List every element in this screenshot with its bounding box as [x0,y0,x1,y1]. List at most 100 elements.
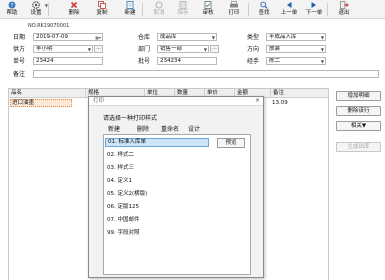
save-icon [179,1,187,9]
dialog-prompt: 请选择一种打印样式 [103,115,158,122]
review-icon [204,1,212,9]
direction-label: 方向 [247,46,260,53]
list-item[interactable]: 03. 样式三 [105,164,209,173]
chevron-down-icon[interactable]: ▼ [212,35,215,40]
prev-button[interactable]: 上一单 [278,1,300,18]
date-label: 日期 [13,34,26,41]
save-button[interactable]: 保存 [172,1,194,18]
calendar-icon[interactable]: ▦▾ [95,35,101,40]
chevron-down-icon[interactable]: ▼ [88,47,91,52]
review-label: 审核 [202,10,214,16]
prev-label: 上一单 [280,10,298,16]
document-number: NO.RK19070001 [28,23,70,29]
help-icon: ? [8,1,16,9]
list-item[interactable]: 99. 字段对照 [105,229,209,238]
close-icon[interactable]: × [255,97,260,105]
cancel-label: 取消 [153,10,165,16]
date-field[interactable]: 2019-07-09 ▦▾ [33,33,103,41]
order-no-label: 单号 [13,58,26,65]
department-browse-button[interactable]: ... [210,45,219,53]
arrow-left-icon [287,2,292,8]
type-value: 半成品入库 [269,34,297,40]
toolbar-divider [48,3,49,16]
type-label: 类型 [247,34,260,41]
column-header-name[interactable]: 品名 [9,89,86,98]
help-label: 帮助 [6,10,18,16]
design-style-button[interactable]: 设计 [188,124,200,133]
preview-button[interactable]: 预览 [217,138,245,148]
warehouse-value: 成品库 [160,34,177,40]
list-item[interactable]: 04. 定义1 [105,177,209,186]
exit-button[interactable]: 退出 [333,1,355,18]
supplier-value: 李小明 [36,46,53,52]
chevron-down-icon[interactable]: ▼ [321,59,324,64]
chevron-down-icon[interactable]: ▼ [321,35,324,40]
column-header-remark[interactable]: 备注 [271,89,329,98]
print-button[interactable]: 打印 [223,1,245,18]
supplier-browse-button[interactable]: ... [94,45,103,53]
chevron-down-icon[interactable]: ▼ [204,47,207,52]
direction-value: 放装 [269,46,281,52]
cancel-icon [155,1,163,9]
list-item[interactable]: 06. 定版125 [105,203,209,212]
warehouse-label: 仓库 [138,34,151,41]
supplier-field[interactable]: 李小明 ▼ [33,45,93,53]
delete-row-button[interactable]: 删除该行 [336,106,381,116]
settings-label: 设置 [30,10,42,16]
copy-button[interactable]: 复制 [91,1,113,18]
department-label: 部门 [138,46,151,53]
handler-value: 陈二 [269,58,281,64]
delete-icon [70,1,78,9]
arrow-right-icon [311,2,316,8]
print-style-list[interactable]: 01. 标准入库单 02. 样式二 03. 样式三 04. 定义1 05. 定义… [103,134,251,275]
batch-field[interactable]: 234234 [157,57,217,65]
review-button[interactable]: 审核 [197,1,219,18]
list-item[interactable]: 01. 标准入库单 [105,138,209,147]
printer-icon [230,1,238,8]
new-button[interactable]: 新建 [119,1,141,18]
new-doc-icon [126,1,134,9]
toolbar-divider [142,3,143,16]
delete-style-button[interactable]: 删除 [137,124,149,133]
next-label: 下一单 [305,10,323,16]
direction-field[interactable]: 放装 ▼ [266,45,326,53]
find-label: 查找 [258,10,270,16]
handler-field[interactable]: 陈二 ▼ [266,57,326,65]
generate-outbound-button[interactable]: 生成出库 [336,142,381,152]
save-label: 保存 [177,10,189,16]
help-button[interactable]: ? 帮助 [1,1,23,18]
print-label: 打印 [228,10,240,16]
toolbar-divider [248,3,249,16]
new-label: 新建 [124,10,136,16]
dialog-titlebar[interactable]: 打印 × [89,97,263,106]
department-field[interactable]: 销售一部 ▼ [157,45,209,53]
search-icon [260,1,268,9]
cancel-button[interactable]: 取消 [148,1,170,18]
next-button[interactable]: 下一单 [303,1,325,18]
rename-style-button[interactable]: 重命名 [161,124,179,133]
department-value: 销售一部 [160,46,183,52]
remark-field[interactable] [33,70,379,78]
warehouse-field[interactable]: 成品库 ▼ [157,33,217,41]
related-dropdown-button[interactable]: 相关▼ [336,121,381,131]
list-item[interactable]: 07. 中国邮件 [105,216,209,225]
delete-button[interactable]: 删除 [63,1,85,18]
toolbar-divider [327,3,328,16]
date-value: 2019-07-09 [36,34,68,40]
settings-button[interactable]: 设置 ▼ [25,1,48,18]
gear-icon [32,1,40,9]
list-item[interactable]: 02. 样式二 [105,151,209,160]
new-style-button[interactable]: 新建 [108,124,120,133]
batch-label: 批号 [138,58,151,65]
row-name-cell[interactable]: 进口油墨 [10,99,72,107]
list-item[interactable]: 05. 定义2(横版) [105,190,209,199]
toolbar: ? 帮助 设置 ▼ 删除 复制 新建 取消 保存 审核 打印 查找 上一单 下一… [0,0,385,19]
print-dialog: 打印 × 请选择一种打印样式 新建 删除 重命名 设计 01. 标准入库单 02… [88,96,264,278]
type-field[interactable]: 半成品入库 ▼ [266,33,326,41]
dialog-title: 打印 [93,98,105,104]
find-button[interactable]: 查找 [253,1,275,18]
row-value-cell: 13.09 [272,100,288,106]
add-detail-button[interactable]: 增加明细 [336,91,381,101]
order-no-field[interactable]: 23424 [33,57,103,65]
chevron-down-icon[interactable]: ▼ [321,47,324,52]
